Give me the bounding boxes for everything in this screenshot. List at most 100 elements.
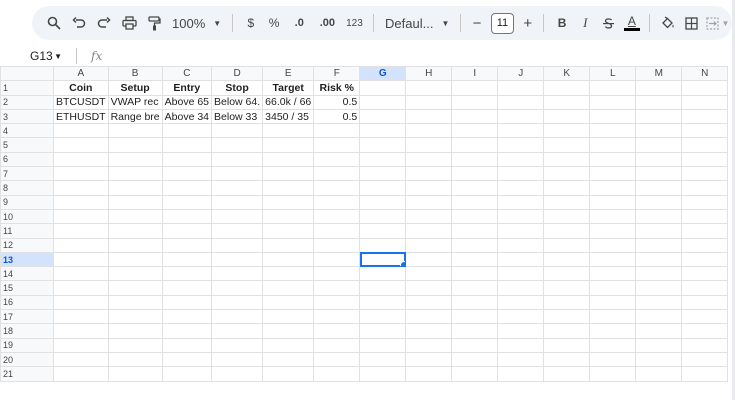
cell-b11[interactable] [107, 223, 163, 239]
cell-i12[interactable] [451, 237, 499, 253]
cell-c8[interactable] [161, 180, 213, 196]
cell-a18[interactable] [53, 323, 109, 339]
cell-e1[interactable]: Target [262, 80, 315, 96]
cell-h10[interactable] [405, 208, 453, 225]
cell-c14[interactable] [161, 266, 213, 282]
cell-l15[interactable] [589, 280, 637, 296]
cell-b6[interactable] [107, 151, 163, 168]
cell-d10[interactable] [211, 208, 264, 225]
cell-m15[interactable] [635, 280, 683, 296]
cell-j13[interactable] [497, 251, 545, 268]
cell-c15[interactable] [161, 280, 213, 296]
cell-m5[interactable] [635, 137, 683, 153]
row-header-15[interactable]: 15 [0, 280, 54, 296]
row-header-10[interactable]: 10 [0, 208, 54, 225]
cell-d6[interactable] [211, 151, 264, 168]
cell-j20[interactable] [497, 351, 545, 368]
cell-a4[interactable] [53, 123, 109, 139]
cell-e17[interactable] [262, 309, 315, 325]
cell-g2[interactable] [359, 94, 407, 110]
cell-n1[interactable] [681, 80, 729, 96]
cell-i10[interactable] [451, 208, 499, 225]
cell-c3[interactable]: Above 34 [161, 108, 213, 125]
cell-f21[interactable] [313, 366, 361, 382]
cell-h17[interactable] [405, 309, 453, 325]
redo-button[interactable] [92, 10, 115, 36]
cell-e9[interactable] [262, 194, 315, 210]
column-header-e[interactable]: E [262, 66, 315, 82]
merge-cells-button[interactable]: ▼ [704, 10, 731, 36]
cell-d9[interactable] [211, 194, 264, 210]
cell-b7[interactable] [107, 166, 163, 182]
cell-f16[interactable] [313, 294, 361, 311]
cell-a10[interactable] [53, 208, 109, 225]
cell-l14[interactable] [589, 266, 637, 282]
cell-e10[interactable] [262, 208, 315, 225]
cell-d19[interactable] [211, 337, 264, 353]
cell-j2[interactable] [497, 94, 545, 110]
cell-d13[interactable] [211, 251, 264, 268]
cell-n9[interactable] [681, 194, 729, 210]
cell-k6[interactable] [543, 151, 591, 168]
cell-a11[interactable] [53, 223, 109, 239]
text-color-button[interactable]: A [621, 10, 642, 36]
cell-i5[interactable] [451, 137, 499, 153]
cell-f3[interactable]: 0.5 [313, 108, 361, 125]
cell-l2[interactable] [589, 94, 637, 110]
column-header-b[interactable]: B [107, 66, 163, 82]
cell-b13[interactable] [107, 251, 163, 268]
row-header-7[interactable]: 7 [0, 166, 54, 182]
cell-n19[interactable] [681, 337, 729, 353]
cell-h13[interactable] [405, 251, 453, 268]
cell-e15[interactable] [262, 280, 315, 296]
cell-h14[interactable] [405, 266, 453, 282]
cell-e13[interactable] [262, 251, 315, 268]
cell-c9[interactable] [161, 194, 213, 210]
cell-g19[interactable] [359, 337, 407, 353]
cell-l21[interactable] [589, 366, 637, 382]
cell-n2[interactable] [681, 94, 729, 110]
cell-e4[interactable] [262, 123, 315, 139]
cell-f18[interactable] [313, 323, 361, 339]
cell-c5[interactable] [161, 137, 213, 153]
cell-m17[interactable] [635, 309, 683, 325]
row-header-5[interactable]: 5 [0, 137, 54, 153]
row-header-9[interactable]: 9 [0, 194, 54, 210]
cell-a15[interactable] [53, 280, 109, 296]
column-header-i[interactable]: I [451, 66, 499, 82]
cell-l3[interactable] [589, 108, 637, 125]
cell-f2[interactable]: 0.5 [313, 94, 361, 110]
cell-g12[interactable] [359, 237, 407, 253]
cell-j19[interactable] [497, 337, 545, 353]
cell-f14[interactable] [313, 266, 361, 282]
cell-m20[interactable] [635, 351, 683, 368]
cell-a20[interactable] [53, 351, 109, 368]
cell-e5[interactable] [262, 137, 315, 153]
cell-n21[interactable] [681, 366, 729, 382]
cell-k16[interactable] [543, 294, 591, 311]
cell-n15[interactable] [681, 280, 729, 296]
cell-f10[interactable] [313, 208, 361, 225]
cell-f1[interactable]: Risk % [313, 80, 361, 96]
cell-j16[interactable] [497, 294, 545, 311]
cell-n8[interactable] [681, 180, 729, 196]
cell-a9[interactable] [53, 194, 109, 210]
cell-f4[interactable] [313, 123, 361, 139]
cell-j5[interactable] [497, 137, 545, 153]
cell-i14[interactable] [451, 266, 499, 282]
cell-e8[interactable] [262, 180, 315, 196]
cell-i6[interactable] [451, 151, 499, 168]
cell-i18[interactable] [451, 323, 499, 339]
cell-g6[interactable] [359, 151, 407, 168]
cell-h20[interactable] [405, 351, 453, 368]
cell-a19[interactable] [53, 337, 109, 353]
cell-j8[interactable] [497, 180, 545, 196]
cell-m6[interactable] [635, 151, 683, 168]
cell-l1[interactable] [589, 80, 637, 96]
cell-c13[interactable] [161, 251, 213, 268]
cell-k11[interactable] [543, 223, 591, 239]
cell-m12[interactable] [635, 237, 683, 253]
cell-m18[interactable] [635, 323, 683, 339]
increase-decimal-button[interactable]: .00 [314, 10, 341, 36]
row-header-4[interactable]: 4 [0, 123, 54, 139]
